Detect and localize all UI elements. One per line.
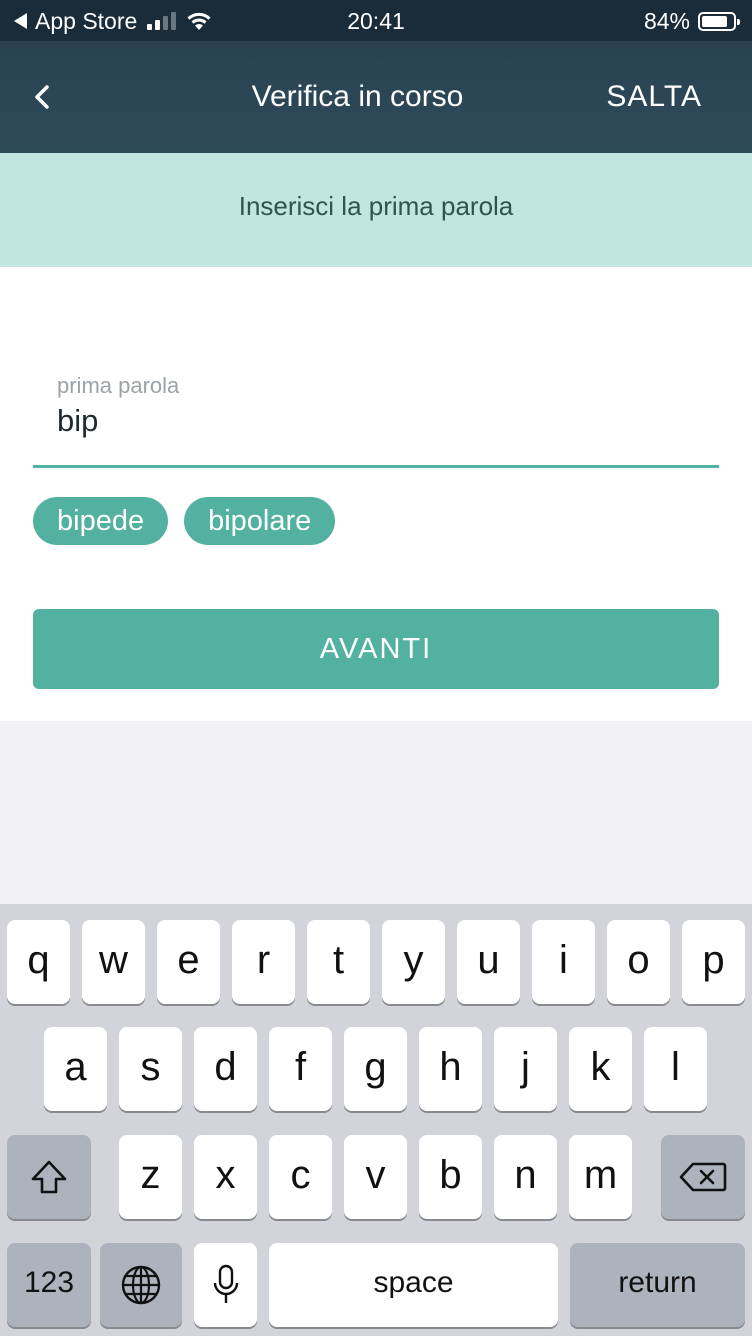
key-a[interactable]: a (44, 1027, 107, 1111)
key-d[interactable]: d (194, 1027, 257, 1111)
backspace-icon (679, 1162, 727, 1192)
key-q[interactable]: q (7, 920, 70, 1004)
dictation-key[interactable] (194, 1243, 257, 1327)
key-n[interactable]: n (494, 1135, 557, 1219)
key-j[interactable]: j (494, 1027, 557, 1111)
key-u[interactable]: u (457, 920, 520, 1004)
key-h[interactable]: h (419, 1027, 482, 1111)
key-x[interactable]: x (194, 1135, 257, 1219)
battery-icon (698, 11, 740, 31)
skip-button[interactable]: SALTA (606, 79, 702, 115)
first-word-label: prima parola (57, 373, 180, 398)
key-i[interactable]: i (532, 920, 595, 1004)
key-c[interactable]: c (269, 1135, 332, 1219)
key-b[interactable]: b (419, 1135, 482, 1219)
navigation-bar: Verifica in corso SALTA (0, 41, 752, 153)
key-g[interactable]: g (344, 1027, 407, 1111)
key-y[interactable]: y (382, 920, 445, 1004)
globe-key[interactable] (100, 1243, 182, 1327)
suggestion-chips: bipede bipolare (33, 497, 336, 545)
key-o[interactable]: o (607, 920, 670, 1004)
key-r[interactable]: r (232, 920, 295, 1004)
on-screen-keyboard: q w e r t y u i o p a s d f g h j k l z … (0, 904, 752, 1336)
first-word-input[interactable]: bip (57, 403, 98, 439)
next-button[interactable]: AVANTI (33, 609, 719, 689)
battery-percent: 84% (643, 7, 690, 34)
key-z[interactable]: z (119, 1135, 182, 1219)
verification-form: prima parola bip bipede bipolare AVANTI (0, 267, 752, 721)
key-e[interactable]: e (157, 920, 220, 1004)
space-key[interactable]: space (269, 1243, 558, 1327)
instruction-banner: Inserisci la prima parola (0, 153, 752, 267)
key-w[interactable]: w (82, 920, 145, 1004)
key-f[interactable]: f (269, 1027, 332, 1111)
shift-icon (31, 1160, 67, 1194)
backspace-key[interactable] (661, 1135, 745, 1219)
key-m[interactable]: m (569, 1135, 632, 1219)
status-right: 84% (643, 6, 740, 36)
key-t[interactable]: t (307, 920, 370, 1004)
key-l[interactable]: l (644, 1027, 707, 1111)
return-key[interactable]: return (570, 1243, 745, 1327)
status-bar: App Store 20:41 84% (0, 0, 752, 41)
suggestion-chip[interactable]: bipede (33, 497, 169, 545)
numbers-key[interactable]: 123 (7, 1243, 91, 1327)
globe-icon (121, 1265, 161, 1305)
status-time: 20:41 (347, 8, 405, 34)
key-k[interactable]: k (569, 1027, 632, 1111)
key-v[interactable]: v (344, 1135, 407, 1219)
key-p[interactable]: p (682, 920, 745, 1004)
microphone-icon (213, 1264, 238, 1303)
suggestion-chip[interactable]: bipolare (184, 497, 336, 545)
shift-key[interactable] (7, 1135, 91, 1219)
key-s[interactable]: s (119, 1027, 182, 1111)
first-word-field[interactable]: prima parola bip (33, 367, 719, 468)
